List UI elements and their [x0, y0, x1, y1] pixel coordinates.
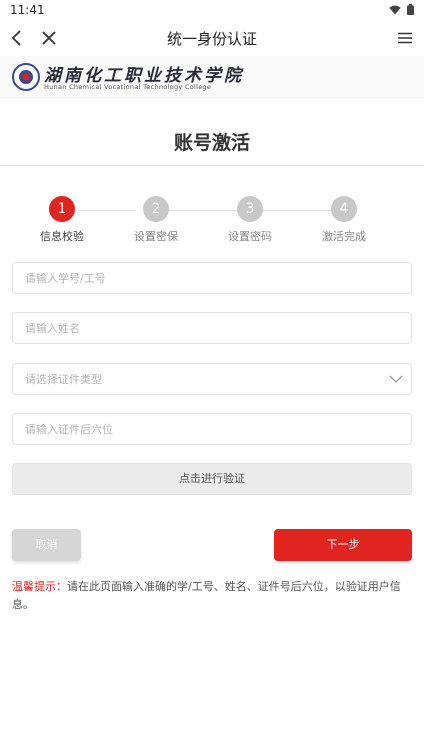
next-step-button[interactable]: 下一步 [274, 529, 412, 561]
step-number: 2 [143, 196, 169, 222]
step-label: 设置密保 [134, 230, 178, 243]
status-time: 11:41 [10, 3, 45, 17]
menu-icon [398, 32, 412, 44]
certificate-type-select[interactable] [12, 363, 412, 395]
student-id-field-wrap [12, 262, 412, 294]
tip-text: 请在此页面输入准确的学/工号、姓名、证件号后六位，以验证用户信息。 [12, 580, 401, 611]
tip-label: 温馨提示： [12, 580, 67, 593]
back-arrow-icon [11, 30, 21, 46]
menu-button[interactable] [394, 28, 416, 48]
step-number: 3 [237, 196, 263, 222]
page-heading-section: 账号激活 [0, 98, 424, 166]
step-info-verify: 1 信息校验 [22, 196, 102, 244]
step-number: 1 [49, 196, 75, 222]
step-activation-complete: 4 激活完成 [304, 196, 384, 244]
step-label: 设置密码 [228, 230, 272, 243]
step-number: 4 [331, 196, 357, 222]
college-emblem-icon [12, 63, 40, 91]
warm-tip: 温馨提示：请在此页面输入准确的学/工号、姓名、证件号后六位，以验证用户信息。 [12, 578, 412, 614]
step-label: 激活完成 [322, 230, 366, 243]
chevron-down-icon [389, 375, 403, 383]
name-field-wrap [12, 312, 412, 344]
close-icon [42, 31, 56, 45]
nav-title: 统一身份认证 [166, 30, 257, 48]
verify-button[interactable]: 点击进行验证 [12, 463, 412, 495]
page-title: 账号激活 [173, 132, 250, 154]
certificate-last6-field-wrap [12, 413, 412, 445]
battery-icon [407, 4, 414, 15]
cancel-button[interactable]: 取消 [12, 529, 81, 561]
activation-steps: 1 信息校验 2 设置密保 3 设置密码 4 激活完成 [0, 196, 424, 248]
name-input[interactable] [13, 313, 411, 343]
close-button[interactable] [38, 27, 60, 49]
status-bar: 11:41 [0, 0, 424, 22]
wifi-icon [389, 5, 401, 14]
step-security-question: 2 设置密保 [116, 196, 196, 244]
student-id-input[interactable] [13, 263, 411, 293]
nav-bar: 统一身份认证 [0, 22, 424, 56]
college-logo-banner: 湖南化工职业技术学院 Hunan Chemical Vocational Tec… [0, 56, 424, 98]
back-button[interactable] [6, 27, 28, 49]
step-label: 信息校验 [40, 230, 84, 243]
certificate-last6-input[interactable] [13, 414, 411, 444]
step-set-password: 3 设置密码 [210, 196, 290, 244]
college-name-en: Hunan Chemical Vocational Technology Col… [44, 83, 212, 91]
status-icons [389, 4, 414, 15]
certificate-type-input[interactable] [13, 364, 411, 394]
